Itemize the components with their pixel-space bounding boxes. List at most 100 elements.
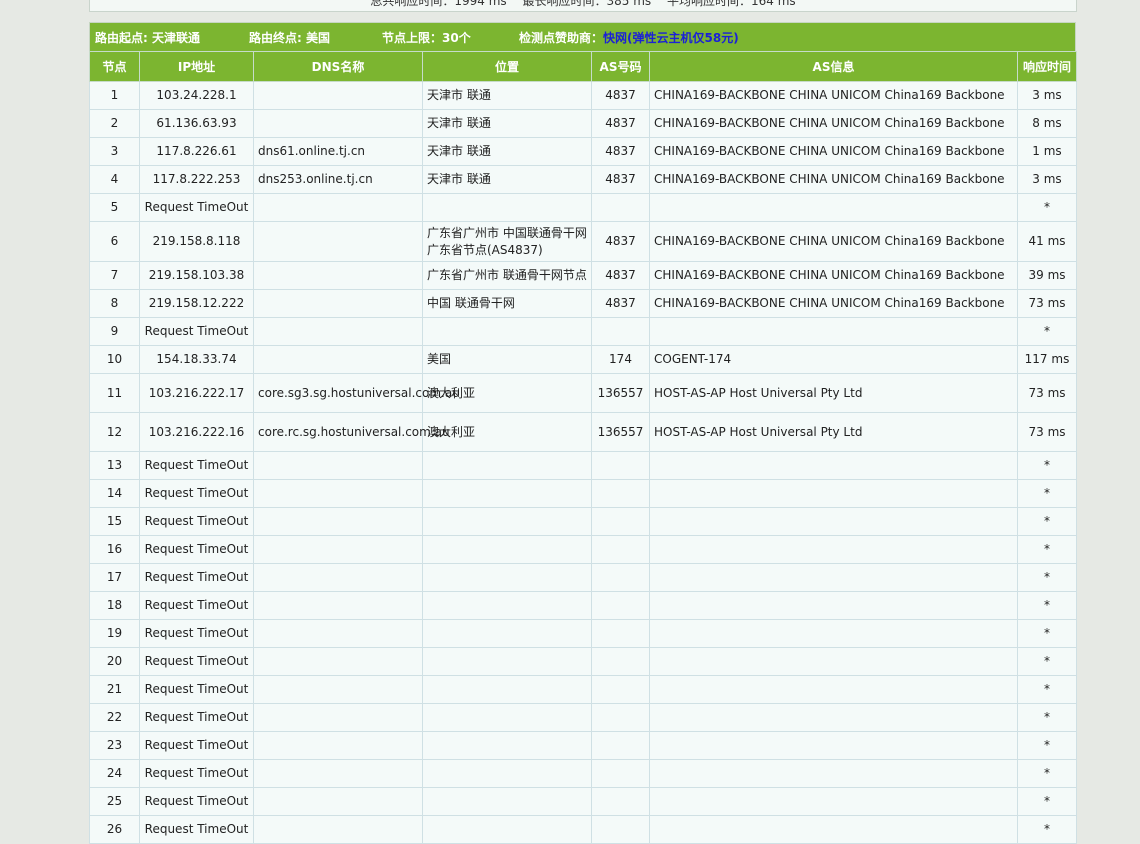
- table-row: 17 Request TimeOut *: [89, 563, 1077, 592]
- node-cell: 20: [89, 647, 140, 676]
- table-row: 19 Request TimeOut *: [89, 619, 1077, 648]
- time-cell: 41 ms: [1017, 221, 1077, 262]
- table-row: 13 Request TimeOut *: [89, 451, 1077, 480]
- time-cell: *: [1017, 619, 1077, 648]
- location-cell: [422, 703, 592, 732]
- asinfo-cell: [649, 479, 1018, 508]
- location-cell: 澳大利亚: [422, 412, 592, 452]
- dns-cell: [253, 703, 423, 732]
- time-cell: *: [1017, 507, 1077, 536]
- sponsor-link[interactable]: 快网: [603, 31, 627, 45]
- asn-cell: [591, 317, 650, 346]
- location-cell: [422, 731, 592, 760]
- ip-cell: Request TimeOut: [139, 591, 254, 620]
- asn-cell: [591, 731, 650, 760]
- dns-cell: dns253.online.tj.cn: [253, 165, 423, 194]
- node-cell: 24: [89, 759, 140, 788]
- ip-cell: Request TimeOut: [139, 535, 254, 564]
- asn-cell: [591, 535, 650, 564]
- location-cell: [422, 619, 592, 648]
- response-summary: 总共响应时间：1994 ms 最长响应时间：385 ms 平均响应时间：164 …: [90, 0, 1076, 9]
- location-cell: 天津市 联通: [422, 137, 592, 166]
- ip-cell: 103.216.222.16: [139, 412, 254, 452]
- asn-cell: 174: [591, 345, 650, 374]
- asinfo-cell: [649, 591, 1018, 620]
- node-cell: 23: [89, 731, 140, 760]
- col-ip-header: IP地址: [139, 51, 254, 82]
- table-row: 6 219.158.8.118 广东省广州市 中国联通骨干网广东省节点(AS4837…: [89, 221, 1077, 262]
- dns-cell: core.rc.sg.hostuniversal.com.au: [253, 412, 450, 452]
- dns-cell: [253, 109, 423, 138]
- table-row: 12 103.216.222.16 core.rc.sg.hostuniversal…: [89, 412, 1077, 452]
- asn-cell: 4837: [591, 165, 650, 194]
- location-cell: 天津市 联通: [422, 109, 592, 138]
- location-cell: [422, 647, 592, 676]
- table-row: 23 Request TimeOut *: [89, 731, 1077, 760]
- col-time-header: 响应时间: [1017, 51, 1077, 82]
- asinfo-cell: CHINA169-BACKBONE CHINA UNICOM China169 …: [649, 109, 1018, 138]
- ip-cell: Request TimeOut: [139, 507, 254, 536]
- table-row: 1 103.24.228.1 天津市 联通 4837 CHINA169-BACKBONE…: [89, 81, 1077, 110]
- time-cell: *: [1017, 759, 1077, 788]
- table-row: 8 219.158.12.222 中国 联通骨干网 4837 CHINA169-BACK…: [89, 289, 1077, 318]
- location-cell: [422, 451, 592, 480]
- asn-cell: [591, 787, 650, 816]
- route-info-bar: 路由起点: 天津联通 路由终点: 美国 节点上限：30个 检测点赞助商：快网(弹…: [89, 22, 1076, 51]
- node-cell: 14: [89, 479, 140, 508]
- table-row: 11 103.216.222.17 core.sg3.sg.hostuniversa…: [89, 373, 1077, 413]
- location-cell: 天津市 联通: [422, 81, 592, 110]
- time-cell: 39 ms: [1017, 261, 1077, 290]
- table-row: 16 Request TimeOut *: [89, 535, 1077, 564]
- asn-cell: 4837: [591, 81, 650, 110]
- node-cell: 15: [89, 507, 140, 536]
- location-cell: [422, 759, 592, 788]
- node-cell: 9: [89, 317, 140, 346]
- asinfo-cell: CHINA169-BACKBONE CHINA UNICOM China169 …: [649, 289, 1018, 318]
- time-cell: *: [1017, 815, 1077, 844]
- table-row: 15 Request TimeOut *: [89, 507, 1077, 536]
- node-cell: 16: [89, 535, 140, 564]
- time-cell: 73 ms: [1017, 412, 1077, 452]
- asn-cell: 136557: [591, 412, 650, 452]
- sponsor-ad-link[interactable]: 弹性云主机仅58元: [633, 31, 734, 45]
- asn-cell: [591, 591, 650, 620]
- ip-cell: Request TimeOut: [139, 479, 254, 508]
- col-dns-header: DNS名称: [253, 51, 423, 82]
- col-node-header: 节点: [89, 51, 140, 82]
- asn-cell: 4837: [591, 109, 650, 138]
- node-cell: 4: [89, 165, 140, 194]
- node-cell: 18: [89, 591, 140, 620]
- ip-cell: 219.158.8.118: [139, 221, 254, 262]
- node-cell: 19: [89, 619, 140, 648]
- asinfo-cell: [649, 535, 1018, 564]
- location-cell: [422, 535, 592, 564]
- asinfo-cell: [649, 563, 1018, 592]
- table-row: 4 117.8.222.253 dns253.online.tj.cn 天津市 联通 4…: [89, 165, 1077, 194]
- asinfo-cell: [649, 759, 1018, 788]
- asn-cell: [591, 451, 650, 480]
- time-cell: *: [1017, 563, 1077, 592]
- asn-cell: [591, 647, 650, 676]
- location-cell: [422, 815, 592, 844]
- time-cell: 73 ms: [1017, 289, 1077, 318]
- time-cell: 8 ms: [1017, 109, 1077, 138]
- location-cell: 天津市 联通: [422, 165, 592, 194]
- table-row: 18 Request TimeOut *: [89, 591, 1077, 620]
- node-cell: 8: [89, 289, 140, 318]
- table-row: 9 Request TimeOut *: [89, 317, 1077, 346]
- dns-cell: [253, 81, 423, 110]
- dns-cell: [253, 675, 423, 704]
- avg-response-time: 平均响应时间：164 ms: [666, 0, 796, 8]
- node-cell: 6: [89, 221, 140, 262]
- asinfo-cell: [649, 193, 1018, 222]
- asn-cell: [591, 815, 650, 844]
- total-response-time: 总共响应时间：1994 ms: [370, 0, 507, 8]
- dns-cell: core.sg3.sg.hostuniversal.com.au: [253, 373, 460, 413]
- asinfo-cell: [649, 317, 1018, 346]
- traceroute-table: 节点 IP地址 DNS名称 位置 AS号码 AS信息 响应时间 1 103.24.…: [89, 51, 1077, 844]
- node-cell: 26: [89, 815, 140, 844]
- asinfo-cell: CHINA169-BACKBONE CHINA UNICOM China169 …: [649, 137, 1018, 166]
- time-cell: *: [1017, 479, 1077, 508]
- location-cell: [422, 675, 592, 704]
- ip-cell: 103.216.222.17: [139, 373, 254, 413]
